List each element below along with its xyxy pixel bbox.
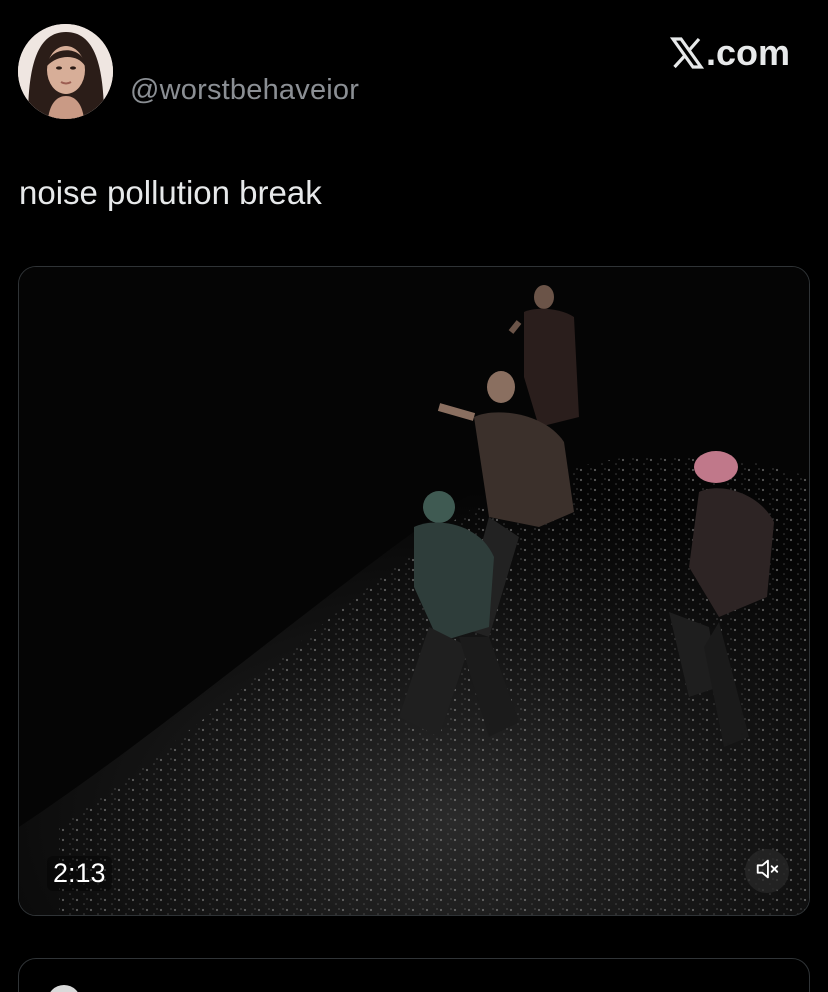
avatar-photo — [18, 24, 113, 119]
avatar[interactable] — [18, 24, 113, 119]
next-post-card[interactable] — [18, 958, 810, 992]
brand-label: .com — [705, 32, 790, 73]
post-screenshot: @worstbehaveior .com noise pollution bre… — [0, 0, 828, 992]
next-post-avatar — [47, 985, 81, 992]
user-handle[interactable]: @worstbehaveior — [130, 74, 359, 107]
mute-button[interactable] — [745, 849, 789, 893]
brand-watermark: .com — [669, 32, 790, 74]
video-duration: 2:13 — [47, 856, 112, 891]
speaker-muted-icon — [754, 856, 780, 887]
post-text: noise pollution break — [19, 174, 322, 211]
x-logo-icon — [669, 36, 705, 70]
video-player[interactable]: 2:13 — [18, 266, 810, 916]
video-frame — [19, 267, 809, 915]
